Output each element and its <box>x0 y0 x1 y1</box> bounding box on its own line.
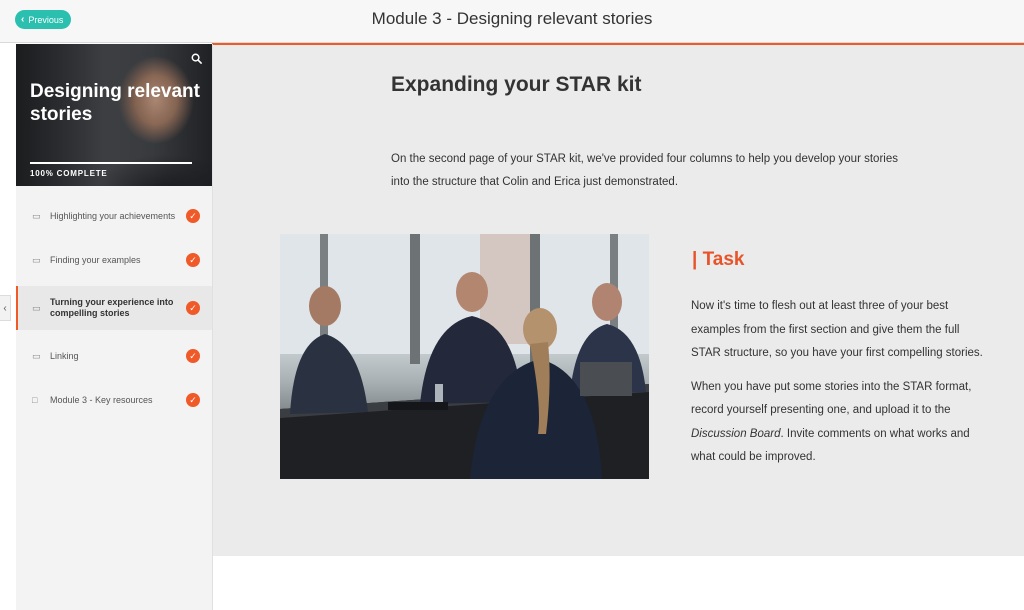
question-icon: □ <box>32 395 38 405</box>
sidebar: Designing relevant stories 100% COMPLETE… <box>16 44 213 610</box>
progress-fill <box>30 162 192 164</box>
sidebar-item-label: Finding your examples <box>50 254 141 265</box>
content-area: Expanding your STAR kit On the second pa… <box>213 45 1024 556</box>
task-paragraph-1: Now it's time to flesh out at least thre… <box>691 300 983 359</box>
content-footer <box>213 556 1024 610</box>
chevron-left-icon: ‹ <box>3 302 7 314</box>
search-icon[interactable] <box>191 53 202 64</box>
progress-label: 100% COMPLETE <box>30 169 108 178</box>
collapse-sidebar-button[interactable]: ‹ <box>0 295 11 321</box>
check-icon: ✓ <box>186 393 200 407</box>
intro-text: On the second page of your STAR kit, we'… <box>391 153 898 188</box>
meeting-illustration <box>280 234 649 479</box>
course-title: Designing relevant stories <box>30 81 200 125</box>
check-icon: ✓ <box>186 209 200 223</box>
page-title: Expanding your STAR kit <box>391 73 642 96</box>
progress-bar <box>30 162 192 164</box>
discussion-board-reference: Discussion Board <box>691 427 781 440</box>
sidebar-item-finding[interactable]: ▭ Finding your examples ✓ <box>16 242 212 278</box>
video-icon: ▭ <box>32 210 41 221</box>
check-icon: ✓ <box>186 253 200 267</box>
video-icon: ▭ <box>32 350 41 361</box>
sidebar-item-label: Linking <box>50 350 79 361</box>
sidebar-item-highlighting[interactable]: ▭ Highlighting your achievements ✓ <box>16 198 212 234</box>
sidebar-item-key-resources[interactable]: □ Module 3 - Key resources ✓ <box>16 382 212 418</box>
check-icon: ✓ <box>186 301 200 315</box>
lesson-list: ▭ Highlighting your achievements ✓ ▭ Fin… <box>16 198 212 418</box>
module-title: Module 3 - Designing relevant stories <box>371 9 653 28</box>
course-hero-image: Designing relevant stories 100% COMPLETE <box>16 44 212 186</box>
sidebar-item-label: Module 3 - Key resources <box>50 394 153 405</box>
task-paragraph-2: When you have put some stories into the … <box>691 376 991 470</box>
task-heading: | Task <box>692 249 745 270</box>
video-icon: ▭ <box>32 254 41 265</box>
task-body: Now it's time to flesh out at least thre… <box>691 295 991 480</box>
video-icon: ▭ <box>32 302 41 313</box>
check-icon: ✓ <box>186 349 200 363</box>
sidebar-item-linking[interactable]: ▭ Linking ✓ <box>16 338 212 374</box>
sidebar-item-label: Highlighting your achievements <box>50 210 176 221</box>
sidebar-item-turning[interactable]: ▭ Turning your experience into compellin… <box>16 286 212 330</box>
task-text: When you have put some stories into the … <box>691 380 972 417</box>
sidebar-item-label: Turning your experience into compelling … <box>50 297 174 318</box>
top-bar: ‹ Previous Module 3 - Designing relevant… <box>0 0 1024 43</box>
meeting-photo <box>280 234 649 479</box>
